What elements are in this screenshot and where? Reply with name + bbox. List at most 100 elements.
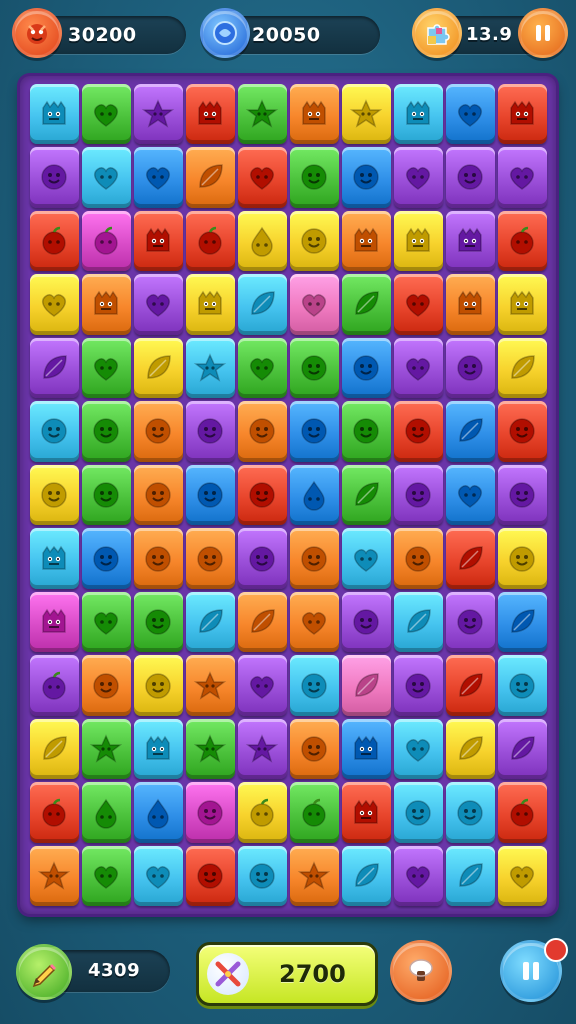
boost-button[interactable]: 2700 bbox=[196, 942, 378, 1006]
board-tile[interactable] bbox=[29, 464, 79, 526]
board-tile[interactable] bbox=[445, 655, 495, 716]
board-tile[interactable] bbox=[133, 655, 183, 716]
board-tile[interactable] bbox=[29, 718, 79, 780]
board-tile[interactable] bbox=[29, 83, 79, 145]
board-tile[interactable] bbox=[497, 274, 547, 335]
board-tile[interactable] bbox=[497, 782, 547, 843]
board-tile[interactable] bbox=[393, 83, 443, 145]
board-tile[interactable] bbox=[185, 845, 235, 907]
board-tile[interactable] bbox=[237, 782, 287, 843]
board-tile[interactable] bbox=[341, 147, 391, 208]
board-tile[interactable] bbox=[29, 401, 79, 462]
board-tile[interactable] bbox=[393, 147, 443, 208]
board-tile[interactable] bbox=[185, 782, 235, 843]
board-tile[interactable] bbox=[497, 718, 547, 780]
board-tile[interactable] bbox=[81, 591, 131, 653]
board-tile[interactable] bbox=[185, 274, 235, 335]
board-tile[interactable] bbox=[29, 782, 79, 843]
board-tile[interactable] bbox=[393, 782, 443, 843]
board-tile[interactable] bbox=[289, 718, 339, 780]
player-avatar-icon[interactable] bbox=[12, 8, 62, 58]
board-tile[interactable] bbox=[81, 718, 131, 780]
board-tile[interactable] bbox=[185, 83, 235, 145]
board-tile[interactable] bbox=[133, 528, 183, 589]
board-tile[interactable] bbox=[289, 210, 339, 272]
board-tile[interactable] bbox=[393, 464, 443, 526]
board-tile[interactable] bbox=[445, 464, 495, 526]
board-tile[interactable] bbox=[29, 655, 79, 716]
board-tile[interactable] bbox=[289, 845, 339, 907]
board-tile[interactable] bbox=[237, 274, 287, 335]
board-tile[interactable] bbox=[445, 147, 495, 208]
board-tile[interactable] bbox=[497, 591, 547, 653]
board-tile[interactable] bbox=[341, 210, 391, 272]
board-tile[interactable] bbox=[341, 401, 391, 462]
board-tile[interactable] bbox=[185, 401, 235, 462]
board-tile[interactable] bbox=[133, 147, 183, 208]
board-tile[interactable] bbox=[289, 83, 339, 145]
board-tile[interactable] bbox=[341, 528, 391, 589]
board-tile[interactable] bbox=[185, 528, 235, 589]
board-tile[interactable] bbox=[497, 464, 547, 526]
board-tile[interactable] bbox=[81, 401, 131, 462]
board-tile[interactable] bbox=[445, 83, 495, 145]
board-tile[interactable] bbox=[237, 147, 287, 208]
board-tile[interactable] bbox=[237, 655, 287, 716]
board-tile[interactable] bbox=[29, 210, 79, 272]
board-tile[interactable] bbox=[133, 591, 183, 653]
board-tile[interactable] bbox=[237, 337, 287, 399]
board-tile[interactable] bbox=[237, 210, 287, 272]
board-tile[interactable] bbox=[497, 147, 547, 208]
board-tile[interactable] bbox=[289, 528, 339, 589]
board-tile[interactable] bbox=[81, 147, 131, 208]
board-tile[interactable] bbox=[497, 210, 547, 272]
board-tile[interactable] bbox=[289, 147, 339, 208]
hammer-booster-button[interactable] bbox=[390, 940, 452, 1002]
board-tile[interactable] bbox=[341, 845, 391, 907]
board-tile[interactable] bbox=[29, 337, 79, 399]
board-tile[interactable] bbox=[81, 337, 131, 399]
board-tile[interactable] bbox=[393, 528, 443, 589]
board-tile[interactable] bbox=[29, 528, 79, 589]
board-tile[interactable] bbox=[445, 528, 495, 589]
board-tile[interactable] bbox=[237, 591, 287, 653]
board-tile[interactable] bbox=[237, 83, 287, 145]
board-tile[interactable] bbox=[81, 782, 131, 843]
board-tile[interactable] bbox=[497, 655, 547, 716]
board-tile[interactable] bbox=[237, 401, 287, 462]
board-tile[interactable] bbox=[29, 591, 79, 653]
board-tile[interactable] bbox=[185, 464, 235, 526]
board-tile[interactable] bbox=[81, 528, 131, 589]
board-tile[interactable] bbox=[445, 210, 495, 272]
board-tile[interactable] bbox=[445, 591, 495, 653]
board-tile[interactable] bbox=[29, 274, 79, 335]
board-tile[interactable] bbox=[445, 274, 495, 335]
board-tile[interactable] bbox=[185, 147, 235, 208]
board-tile[interactable] bbox=[341, 464, 391, 526]
board-tile[interactable] bbox=[289, 401, 339, 462]
board-tile[interactable] bbox=[185, 655, 235, 716]
board-tile[interactable] bbox=[29, 147, 79, 208]
board-tile[interactable] bbox=[289, 782, 339, 843]
board-tile[interactable] bbox=[341, 274, 391, 335]
board-tile[interactable] bbox=[393, 274, 443, 335]
board-tile[interactable] bbox=[445, 401, 495, 462]
board-tile[interactable] bbox=[237, 718, 287, 780]
pause-button[interactable] bbox=[518, 8, 568, 58]
board-tile[interactable] bbox=[133, 274, 183, 335]
board-tile[interactable] bbox=[289, 274, 339, 335]
board-tile[interactable] bbox=[133, 464, 183, 526]
board-tile[interactable] bbox=[445, 782, 495, 843]
board-tile[interactable] bbox=[185, 337, 235, 399]
board-tile[interactable] bbox=[185, 718, 235, 780]
board-tile[interactable] bbox=[81, 655, 131, 716]
board-tile[interactable] bbox=[133, 337, 183, 399]
board-tile[interactable] bbox=[81, 845, 131, 907]
board-tile[interactable] bbox=[133, 401, 183, 462]
pencil-button[interactable] bbox=[16, 944, 72, 1000]
board-tile[interactable] bbox=[133, 845, 183, 907]
board-tile[interactable] bbox=[237, 464, 287, 526]
board-tile[interactable] bbox=[445, 845, 495, 907]
board-tile[interactable] bbox=[289, 337, 339, 399]
board-tile[interactable] bbox=[445, 718, 495, 780]
